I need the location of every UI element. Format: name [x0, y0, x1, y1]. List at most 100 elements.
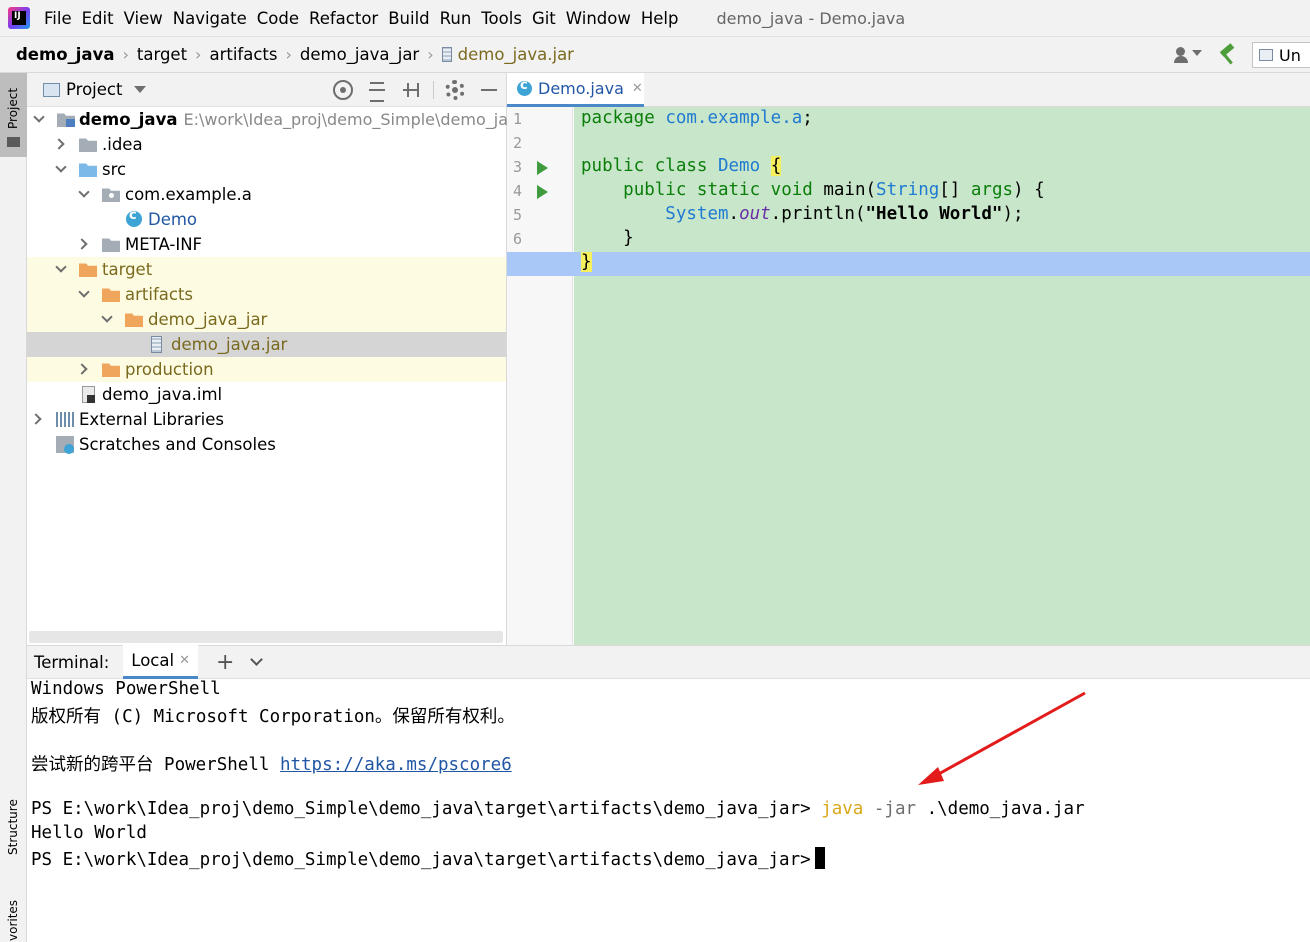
user-icon[interactable]: [1174, 45, 1202, 65]
terminal-header: Terminal: Local ✕ +: [27, 645, 1310, 679]
run-class-icon[interactable]: [537, 161, 548, 175]
chevron-right-icon[interactable]: [53, 138, 65, 150]
intellij-logo-icon[interactable]: IJ: [8, 7, 30, 29]
code-line-6: }: [581, 228, 634, 248]
editor-tab-bar: Demo.java ✕: [507, 73, 1310, 107]
tree-item-label: com.example.a: [125, 185, 252, 204]
tree-item-label: META-INF: [125, 235, 203, 254]
package-icon: [102, 188, 120, 202]
chevron-right-icon: ›: [285, 45, 292, 64]
tree-item-iml[interactable]: demo_java.iml: [27, 382, 506, 407]
tree-item-external-libraries[interactable]: External Libraries: [27, 407, 506, 432]
tree-item-demo-class[interactable]: Demo: [27, 207, 506, 232]
horizontal-scrollbar[interactable]: [29, 631, 503, 643]
folder-icon: [7, 137, 20, 147]
tree-item-label: target: [102, 260, 153, 279]
close-icon[interactable]: ✕: [632, 81, 643, 96]
structure-tool-window-button[interactable]: Structure: [0, 793, 27, 873]
line-number: 4: [513, 182, 523, 200]
breadcrumb-demo-java-jar[interactable]: demo_java_jar: [300, 45, 419, 64]
code-editor[interactable]: package com.example.a; public class Demo…: [507, 107, 1310, 645]
tree-item-src[interactable]: src: [27, 157, 506, 182]
chevron-right-icon: ›: [122, 45, 129, 64]
chevron-right-icon[interactable]: [76, 363, 88, 375]
caret-down-icon[interactable]: [134, 86, 147, 93]
tab-local[interactable]: Local ✕: [123, 645, 198, 679]
menu-navigate[interactable]: Navigate: [173, 9, 247, 28]
tree-item-target[interactable]: target: [27, 257, 506, 282]
menu-git[interactable]: Git: [532, 9, 556, 28]
left-tool-strip: Project Structure vorites: [0, 73, 27, 942]
build-hammer-icon[interactable]: [1216, 44, 1238, 66]
tree-item-demo-java[interactable]: demo_java E:\work\Idea_proj\demo_Simple\d…: [27, 107, 527, 132]
run-main-icon[interactable]: [537, 185, 548, 199]
breadcrumb-project[interactable]: demo_java: [16, 45, 114, 64]
menu-view[interactable]: View: [124, 9, 163, 28]
tree-item-label: .idea: [102, 135, 143, 154]
menu-build[interactable]: Build: [388, 9, 429, 28]
menu-tools[interactable]: Tools: [481, 9, 522, 28]
project-view-selector[interactable]: Project: [66, 80, 122, 99]
chevron-down-icon[interactable]: [250, 652, 264, 666]
tab-label: Demo.java: [538, 79, 624, 98]
chevron-down-icon[interactable]: [78, 286, 90, 298]
locate-file-icon[interactable]: [333, 80, 353, 100]
chevron-right-icon[interactable]: [76, 238, 88, 250]
excluded-folder-icon: [102, 288, 120, 302]
minimize-icon[interactable]: [479, 80, 499, 100]
module-file-icon: [82, 386, 95, 403]
tree-item-scratches[interactable]: Scratches and Consoles: [27, 432, 506, 457]
tree-item-label: Demo: [148, 210, 198, 229]
new-terminal-button[interactable]: +: [216, 650, 234, 675]
tree-item-demo-java-jar[interactable]: demo_java.jar: [27, 332, 506, 357]
tree-item-idea[interactable]: .idea: [27, 132, 506, 157]
favorites-tool-window-button[interactable]: vorites: [0, 893, 27, 942]
terminal-output[interactable]: Windows PowerShell 版权所有 (C) Microsoft Co…: [27, 679, 1310, 942]
menu-code[interactable]: Code: [257, 9, 299, 28]
jar-file-icon: [441, 47, 452, 62]
pscore-link[interactable]: https://aka.ms/pscore6: [280, 755, 512, 775]
breadcrumb-target[interactable]: target: [137, 45, 187, 64]
excluded-folder-icon: [102, 363, 120, 377]
caret-down-icon: [1192, 50, 1202, 56]
tree-item-meta-inf[interactable]: META-INF: [27, 232, 506, 257]
tree-item-label: artifacts: [125, 285, 194, 304]
line-number: 3: [513, 158, 523, 176]
menu-bar: IJ File Edit View Navigate Code Refactor…: [0, 0, 1310, 37]
menu-file[interactable]: File: [44, 9, 72, 28]
project-tool-window-button[interactable]: Project: [0, 73, 27, 157]
chevron-down-icon[interactable]: [55, 161, 67, 173]
chevron-down-icon[interactable]: [78, 186, 90, 198]
close-icon[interactable]: ✕: [179, 653, 190, 668]
line-number: 1: [513, 110, 523, 128]
chevron-down-icon[interactable]: [101, 311, 113, 323]
breadcrumb-jar-file[interactable]: demo_java.jar: [458, 45, 574, 64]
tree-item-artifacts[interactable]: artifacts: [27, 282, 506, 307]
annotation-arrow: [918, 691, 1086, 785]
chevron-down-icon[interactable]: [33, 111, 45, 123]
menu-window[interactable]: Window: [566, 9, 631, 28]
menu-refactor[interactable]: Refactor: [309, 9, 378, 28]
folder-icon: [102, 238, 120, 252]
collapse-all-icon[interactable]: [401, 80, 421, 100]
tab-demo-java[interactable]: Demo.java ✕: [507, 73, 644, 107]
run-configuration-select[interactable]: Un: [1252, 42, 1310, 68]
chevron-down-icon[interactable]: [55, 261, 67, 273]
tree-item-production[interactable]: production: [27, 357, 506, 382]
configuration-icon: [1259, 49, 1273, 61]
menu-edit[interactable]: Edit: [82, 9, 114, 28]
code-line-5: System.out.println("Hello World");: [665, 204, 1024, 224]
gear-icon[interactable]: [445, 80, 465, 100]
chevron-right-icon[interactable]: [30, 413, 42, 425]
menu-run[interactable]: Run: [440, 9, 472, 28]
menu-help[interactable]: Help: [641, 9, 679, 28]
tree-item-demo-java-jar-folder[interactable]: demo_java_jar: [27, 307, 506, 332]
breadcrumb-artifacts[interactable]: artifacts: [209, 45, 277, 64]
tree-item-package[interactable]: com.example.a: [27, 182, 506, 207]
chevron-right-icon: ›: [427, 45, 434, 64]
code-line-3: public class Demo {: [581, 156, 782, 176]
expand-all-icon[interactable]: [367, 80, 387, 102]
project-panel: Project demo_java E:\work\Idea_proj\demo_…: [27, 73, 527, 645]
code-line-7: }: [581, 252, 592, 272]
terminal-line: 版权所有 (C) Microsoft Corporation。保留所有权利。: [31, 707, 515, 727]
